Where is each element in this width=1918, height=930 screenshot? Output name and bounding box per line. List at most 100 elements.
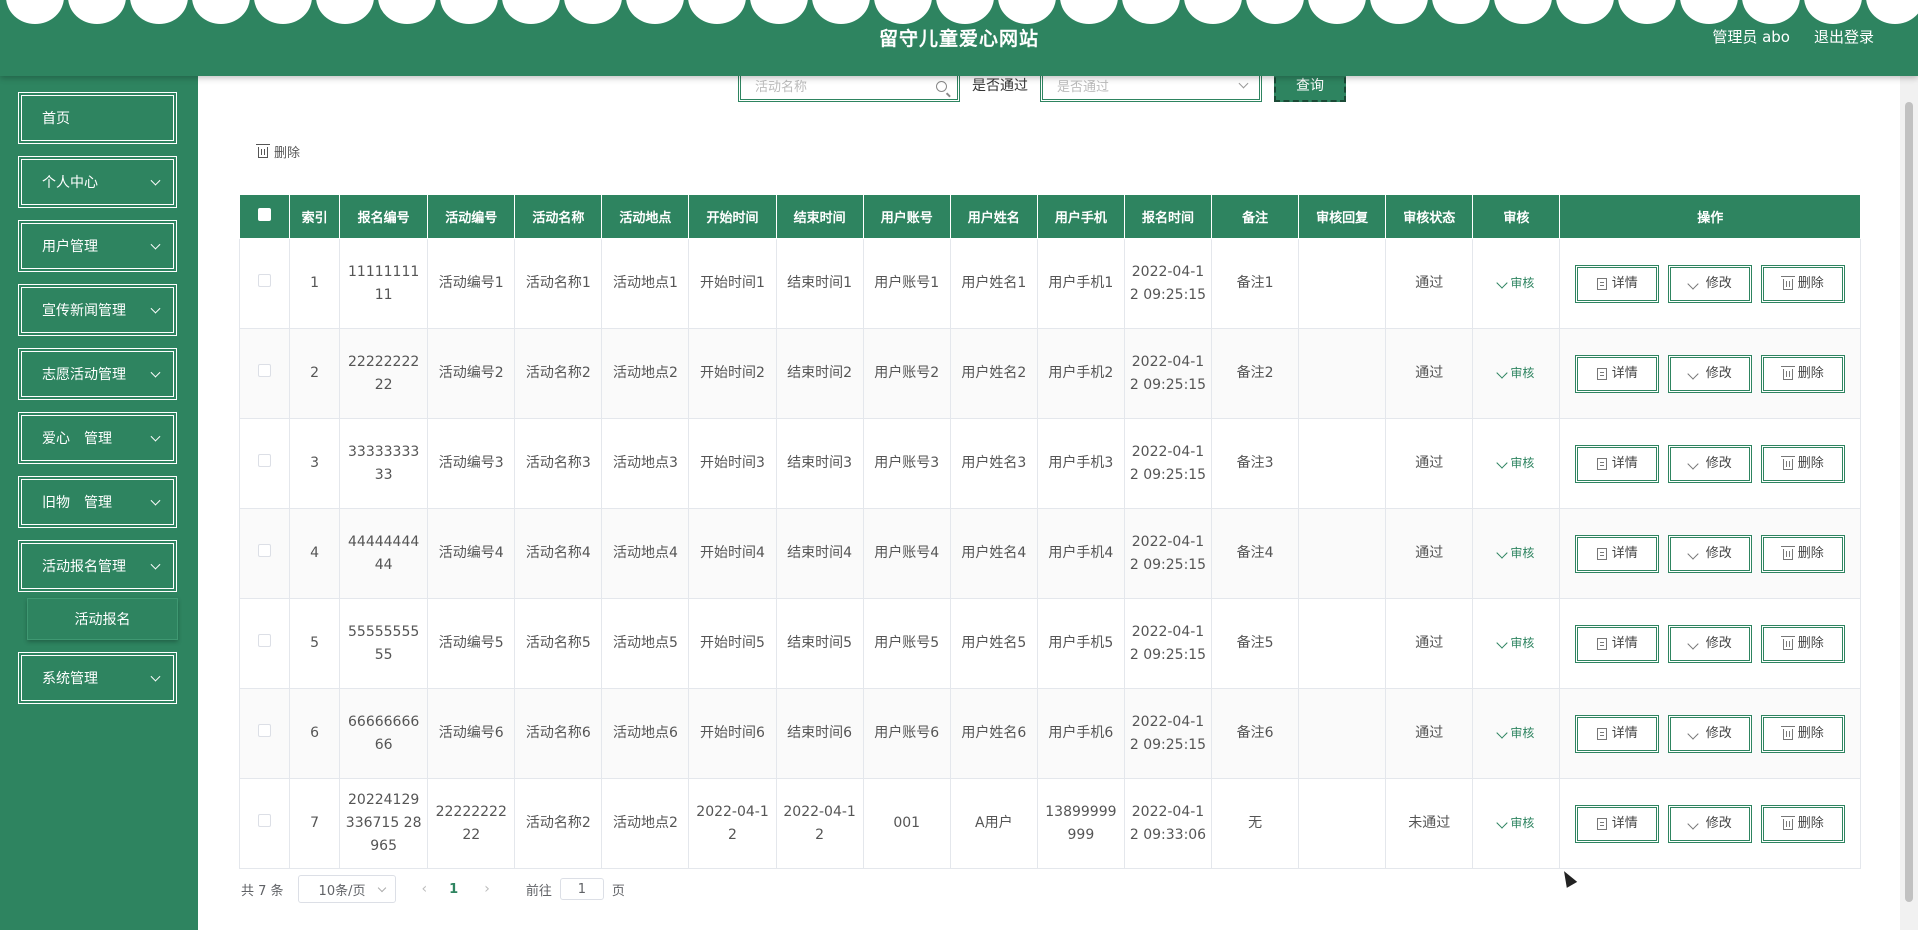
- trash-icon: [256, 144, 270, 158]
- sidebar-item[interactable]: 爱心 管理: [17, 411, 178, 465]
- detail-button[interactable]: 详情: [1575, 444, 1660, 483]
- cell-reply: [1298, 688, 1387, 779]
- detail-button[interactable]: 详情: [1575, 624, 1660, 663]
- column-header: 备注: [1211, 194, 1300, 239]
- scallop-shape: [1060, 0, 1118, 24]
- audit-link[interactable]: 审核: [1496, 366, 1534, 380]
- next-page-icon[interactable]: ›: [484, 881, 490, 897]
- pencil-icon: [1687, 637, 1699, 650]
- row-checkbox[interactable]: [258, 724, 272, 737]
- cell-name: A用户: [949, 778, 1038, 869]
- sidebar-item[interactable]: 用户管理: [17, 219, 178, 273]
- audit-link[interactable]: 审核: [1496, 636, 1534, 650]
- audit-link[interactable]: 审核: [1496, 726, 1534, 740]
- chevron-down-icon: [150, 671, 161, 682]
- row-checkbox[interactable]: [258, 454, 272, 467]
- page-scrollbar[interactable]: [1900, 76, 1918, 930]
- select-all-checkbox[interactable]: [258, 208, 272, 221]
- edit-button[interactable]: 修改: [1668, 354, 1753, 393]
- edit-button[interactable]: 修改: [1668, 714, 1753, 753]
- delete-button[interactable]: 删除: [1761, 264, 1846, 303]
- delete-button[interactable]: 删除: [1761, 804, 1846, 843]
- audit-link[interactable]: 审核: [1496, 276, 1534, 290]
- sidebar-item[interactable]: 活动报名管理: [17, 539, 178, 593]
- sidebar-item[interactable]: 首页: [17, 91, 178, 145]
- delete-button[interactable]: 删除: [1761, 624, 1846, 663]
- goto-page-input[interactable]: 1: [559, 878, 604, 900]
- logout-button[interactable]: 退出登录: [1814, 26, 1874, 47]
- detail-button-label: 详情: [1611, 456, 1638, 471]
- row-checkbox[interactable]: [258, 544, 272, 557]
- delete-button-label: 删除: [1797, 456, 1824, 471]
- chevron-down-icon: [150, 559, 161, 570]
- scallop-shape: [564, 0, 622, 24]
- delete-button[interactable]: 删除: [1761, 714, 1846, 753]
- detail-button[interactable]: 详情: [1575, 354, 1660, 393]
- trash-icon: [1780, 726, 1795, 740]
- sidebar-item[interactable]: 旧物 管理: [17, 475, 178, 529]
- cell-act-name: 活动名称5: [514, 598, 603, 689]
- audit-link[interactable]: 审核: [1496, 816, 1534, 830]
- delete-button-label: 删除: [1797, 636, 1824, 651]
- trash-icon: [1780, 456, 1795, 470]
- cell-reply: [1298, 778, 1387, 869]
- audit-cell: 审核: [1472, 418, 1561, 509]
- trash-icon: [1780, 816, 1795, 830]
- detail-button[interactable]: 详情: [1575, 804, 1660, 843]
- row-checkbox[interactable]: [258, 364, 272, 377]
- sidebar-subitem-activity-registration[interactable]: 活动报名: [27, 598, 178, 640]
- row-checkbox[interactable]: [258, 814, 272, 827]
- sidebar-item-label: 爱心 管理: [42, 431, 112, 447]
- sidebar-item-label: 志愿活动管理: [42, 367, 126, 383]
- page-number-current[interactable]: 1: [449, 882, 458, 897]
- row-select-cell: [238, 688, 291, 779]
- trash-icon: [1780, 276, 1795, 290]
- sidebar-item[interactable]: 志愿活动管理: [17, 347, 178, 401]
- column-header: 活动编号: [427, 194, 516, 239]
- cell-end: 结束时间3: [775, 418, 864, 509]
- cell-remark: 备注3: [1211, 418, 1300, 509]
- bulk-delete-label: 删除: [274, 146, 301, 161]
- cell-act-name: 活动名称2: [514, 778, 603, 869]
- delete-button[interactable]: 删除: [1761, 354, 1846, 393]
- delete-button[interactable]: 删除: [1761, 534, 1846, 573]
- column-header: 审核回复: [1298, 194, 1387, 239]
- delete-button-label: 删除: [1797, 726, 1824, 741]
- sidebar-item-label: 宣传新闻管理: [42, 303, 126, 319]
- row-select-cell: [238, 508, 291, 599]
- edit-button[interactable]: 修改: [1668, 264, 1753, 303]
- audit-link[interactable]: 审核: [1496, 546, 1534, 560]
- cell-remark: 无: [1211, 778, 1300, 869]
- admin-user-label[interactable]: 管理员 abo: [1712, 26, 1790, 47]
- scallop-shape: [998, 0, 1056, 24]
- trash-icon: [1780, 546, 1795, 560]
- table-header-row: 索引 报名编号 活动编号 活动名称 活动地点 开始时间 结束时间 用户账号 用户姓名 用户手机 报名…: [238, 194, 1861, 239]
- edit-button[interactable]: 修改: [1668, 804, 1753, 843]
- edit-button-label: 修改: [1705, 726, 1732, 741]
- detail-button[interactable]: 详情: [1575, 714, 1660, 753]
- scrollbar-thumb[interactable]: [1905, 102, 1913, 902]
- row-checkbox[interactable]: [258, 274, 272, 287]
- prev-page-icon[interactable]: ‹: [422, 881, 428, 897]
- detail-button[interactable]: 详情: [1575, 534, 1660, 573]
- row-checkbox[interactable]: [258, 634, 272, 647]
- document-icon: [1596, 547, 1607, 560]
- sidebar-item-label: 旧物 管理: [42, 495, 112, 511]
- bulk-delete-button[interactable]: 删除: [256, 142, 301, 161]
- total-count: 共 7 条: [241, 883, 284, 899]
- audit-link[interactable]: 审核: [1496, 456, 1534, 470]
- sidebar-item[interactable]: 系统管理: [17, 651, 178, 705]
- sidebar-item[interactable]: 个人中心: [17, 155, 178, 209]
- sidebar-item[interactable]: 宣传新闻管理: [17, 283, 178, 337]
- detail-button[interactable]: 详情: [1575, 264, 1660, 303]
- edit-button[interactable]: 修改: [1668, 624, 1753, 663]
- edit-button[interactable]: 修改: [1668, 534, 1753, 573]
- scallop-shape: [130, 0, 188, 24]
- delete-button[interactable]: 删除: [1761, 444, 1846, 483]
- chevron-down-icon: [150, 303, 161, 314]
- column-header: 结束时间: [775, 194, 864, 239]
- edit-button[interactable]: 修改: [1668, 444, 1753, 483]
- cell-index: 6: [289, 688, 341, 779]
- page-size-select[interactable]: 10条/页: [297, 875, 396, 903]
- cell-start: 开始时间6: [688, 688, 777, 779]
